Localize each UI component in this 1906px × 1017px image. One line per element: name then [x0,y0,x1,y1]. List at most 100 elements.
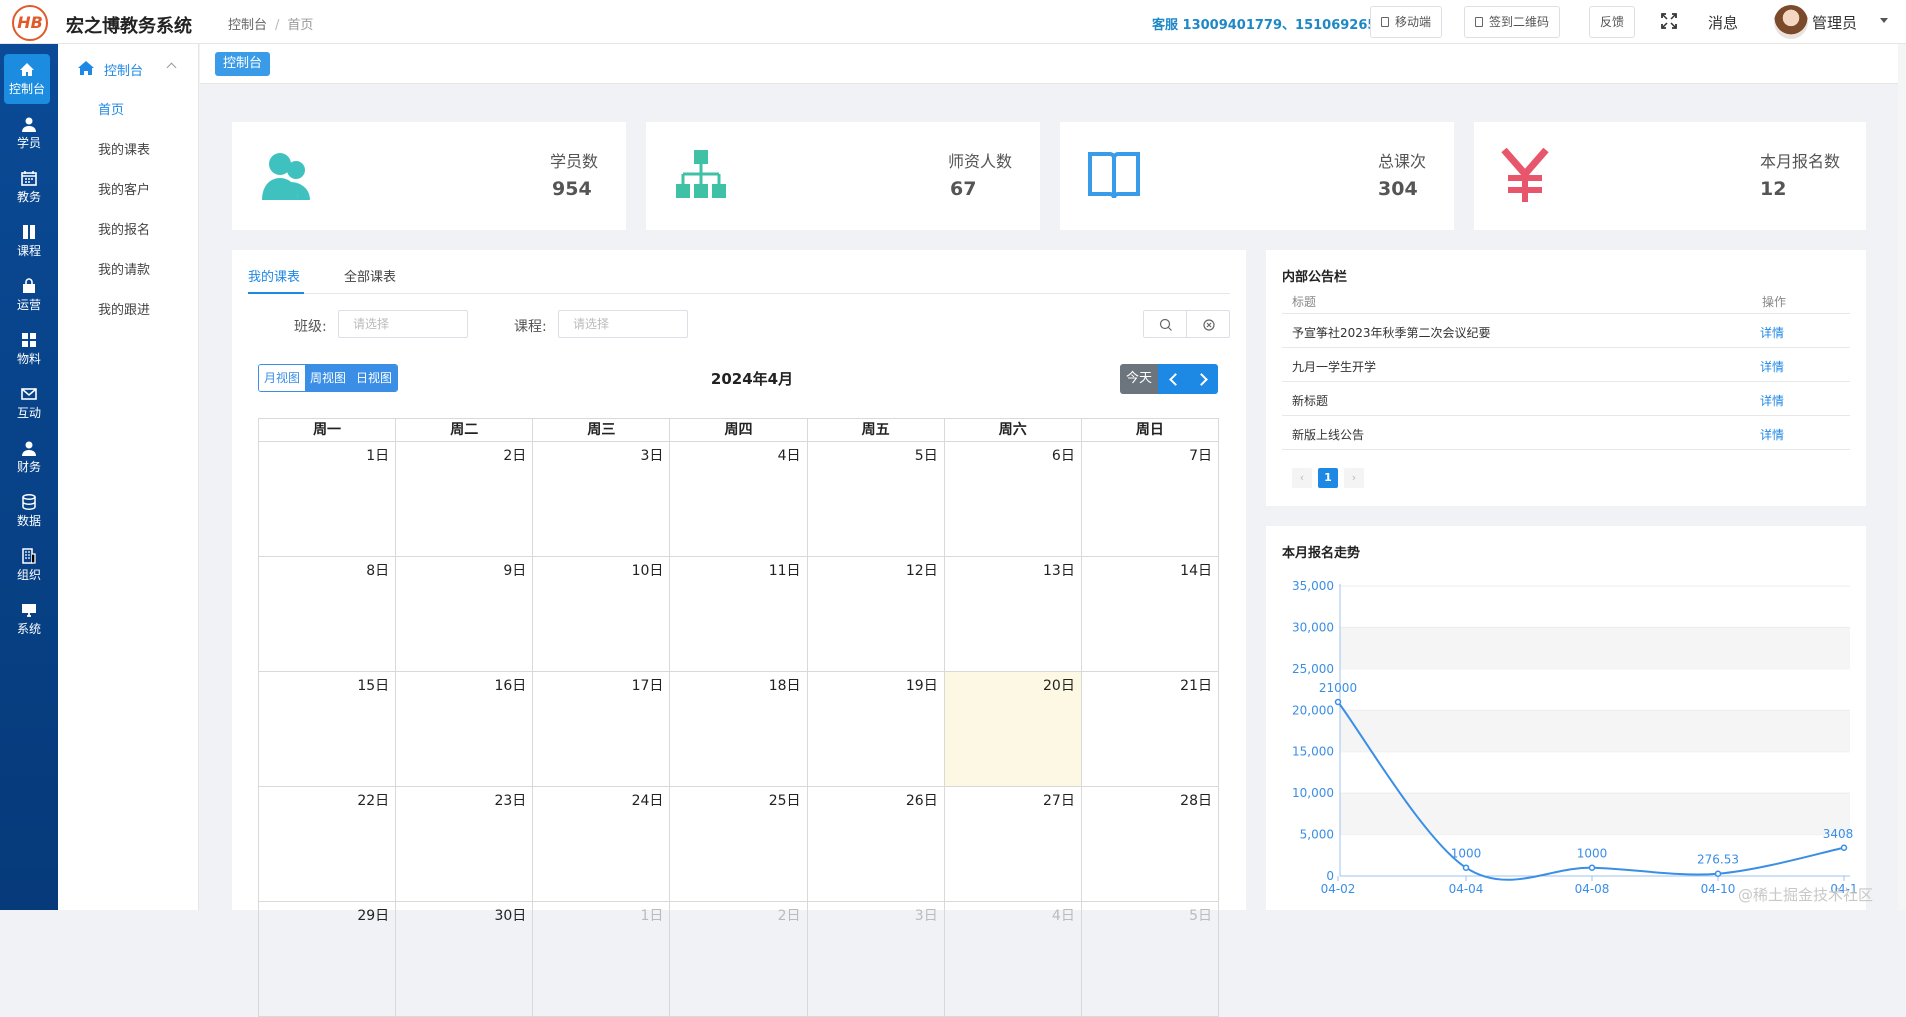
search-button[interactable] [1143,310,1187,338]
chevron-down-icon[interactable] [1880,18,1888,23]
sidebar-item-organization[interactable]: 组织 [0,540,58,590]
tab-my-schedule[interactable]: 我的课表 [248,266,300,285]
notice-detail-link[interactable]: 详情 [1760,324,1784,341]
sidebar-item-data[interactable]: 数据 [0,486,58,536]
breadcrumb-console[interactable]: 控制台 [228,18,267,33]
calendar-day-cell[interactable]: 26日 [807,787,945,902]
submenu-item-my-followups[interactable]: 我的跟进 [98,299,150,318]
today-button[interactable]: 今天 [1120,364,1158,394]
tab-console[interactable]: 控制台 [215,52,271,76]
calendar-day-cell[interactable]: 11日 [670,557,808,672]
calendar-day-cell[interactable]: 23日 [396,787,534,902]
submenu-item-home[interactable]: 首页 [98,99,124,118]
calendar-day-cell[interactable]: 20日 [944,672,1082,787]
sidebar-item-students[interactable]: 学员 [0,108,58,158]
calendar-day-cell[interactable]: 5日 [1081,902,1219,1017]
enrollment-trend-chart: 0 5,000 10,000 15,000 20,000 25,000 30,000 35,0… [1292,579,1858,896]
calendar-day-cell[interactable]: 21日 [1081,672,1219,787]
data-point[interactable] [1840,844,1848,852]
calendar-day-cell[interactable]: 28日 [1081,787,1219,902]
submenu-item-my-schedule[interactable]: 我的课表 [98,139,150,158]
y-tick-label: 35,000 [1292,579,1334,593]
user-name[interactable]: 管理员 [1812,12,1857,33]
avatar[interactable] [1774,5,1808,39]
feedback-button[interactable]: 反馈 [1589,6,1636,38]
calendar-day-cell[interactable]: 15日 [259,672,397,787]
tabs-divider [248,293,1230,294]
grid-band [1340,627,1850,669]
submenu-item-my-customers[interactable]: 我的客户 [98,179,150,198]
sidebar-item-materials[interactable]: 物料 [0,324,58,374]
calendar-day-cell[interactable]: 16日 [396,672,534,787]
calendar-day-cell[interactable]: 9日 [396,557,534,672]
submenu-group-console[interactable]: 控制台 [58,58,199,80]
next-page-button[interactable]: › [1344,468,1364,488]
prev-month-button[interactable] [1158,364,1188,394]
class-select[interactable]: 请选择 [338,310,468,338]
fullscreen-icon[interactable] [1660,12,1678,30]
reset-button[interactable] [1186,310,1230,338]
mobile-button[interactable]: 移动端 [1370,6,1443,38]
data-point[interactable] [1714,870,1722,877]
calendar-day-cell[interactable]: 25日 [670,787,808,902]
calendar-day-cell[interactable]: 8日 [259,557,397,672]
clear-icon [1203,319,1215,331]
prev-page-button[interactable]: ‹ [1292,468,1312,488]
chevron-up-icon[interactable] [166,62,177,73]
calendar-day-cell[interactable]: 24日 [533,787,671,902]
calendar-day-cell[interactable]: 19日 [807,672,945,787]
notice-board-title: 内部公告栏 [1282,270,1348,285]
sidebar-item-finance[interactable]: 财务 [0,432,58,482]
calendar-day-cell[interactable]: 12日 [807,557,945,672]
calendar-day-cell[interactable]: 22日 [259,787,397,902]
calendar-day-cell[interactable]: 6日 [944,442,1082,557]
calendar-day-cell[interactable]: 17日 [533,672,671,787]
sidebar-item-operations[interactable]: 运营 [0,270,58,320]
messages-link[interactable]: 消息 [1708,12,1738,33]
sidebar-item-academic[interactable]: 教务 [0,162,58,212]
tab-all-schedule[interactable]: 全部课表 [344,266,396,285]
page-number[interactable]: 1 [1318,468,1338,488]
notice-board: 内部公告栏 标题 操作 予宣筝社2023年秋季第二次会议纪要 详情 九月一学生开… [1266,250,1866,506]
submenu-item-my-enrollments[interactable]: 我的报名 [98,219,150,238]
calendar-body: 1日 2日 3日 4日 5日 6日 7日 8日 9日 10日 11日 12日 13日 14日 15日 16日 1… [259,442,1219,1017]
submenu-item-my-requests[interactable]: 我的请款 [98,259,150,278]
app-logo[interactable]: HB [12,5,48,41]
calendar-day-cell[interactable]: 2日 [670,902,808,1017]
calendar-grid: 周一 周二 周三 周四 周五 周六 周日 1日 2日 3日 4日 5日 6日 7日 8日 9日 10日 11日 1… [258,418,1219,1017]
calendar-day-cell[interactable]: 14日 [1081,557,1219,672]
calendar-day-cell[interactable]: 4日 [944,902,1082,1017]
calendar-day-cell[interactable]: 1日 [533,902,671,1017]
next-month-button[interactable] [1188,364,1218,394]
calendar-day-cell[interactable]: 2日 [396,442,534,557]
stat-card-teachers: 师资人数 67 [646,122,1040,230]
calendar-day-cell[interactable]: 3日 [807,902,945,1017]
breadcrumb-separator: / [275,18,280,33]
calendar-day-cell[interactable]: 4日 [670,442,808,557]
data-point[interactable] [1588,864,1596,871]
stat-value: 12 [1760,178,1787,200]
notice-detail-link[interactable]: 详情 [1760,392,1784,409]
notice-detail-link[interactable]: 详情 [1760,358,1784,375]
course-select[interactable]: 请选择 [558,310,688,338]
sidebar-item-console[interactable]: 控制台 [4,54,50,104]
sidebar-item-system[interactable]: 系统 [0,594,58,644]
calendar-day-cell[interactable]: 1日 [259,442,397,557]
signin-qr-button[interactable]: 签到二维码 [1464,6,1561,38]
page-scrollbar[interactable] [1898,44,1906,910]
data-point[interactable] [1334,698,1342,706]
calendar-day-cell[interactable]: 13日 [944,557,1082,672]
data-point[interactable] [1462,864,1470,871]
calendar-day-cell[interactable]: 27日 [944,787,1082,902]
calendar-week-row: 8日 9日 10日 11日 12日 13日 14日 [259,557,1219,672]
calendar-day-cell[interactable]: 7日 [1081,442,1219,557]
sidebar-item-courses[interactable]: 课程 [0,216,58,266]
notice-detail-link[interactable]: 详情 [1760,426,1784,443]
calendar-day-cell[interactable]: 3日 [533,442,671,557]
calendar-day-cell[interactable]: 29日 [259,902,397,1017]
calendar-day-cell[interactable]: 10日 [533,557,671,672]
calendar-day-cell[interactable]: 5日 [807,442,945,557]
calendar-day-cell[interactable]: 18日 [670,672,808,787]
calendar-day-cell[interactable]: 30日 [396,902,534,1017]
sidebar-item-interaction[interactable]: 互动 [0,378,58,428]
